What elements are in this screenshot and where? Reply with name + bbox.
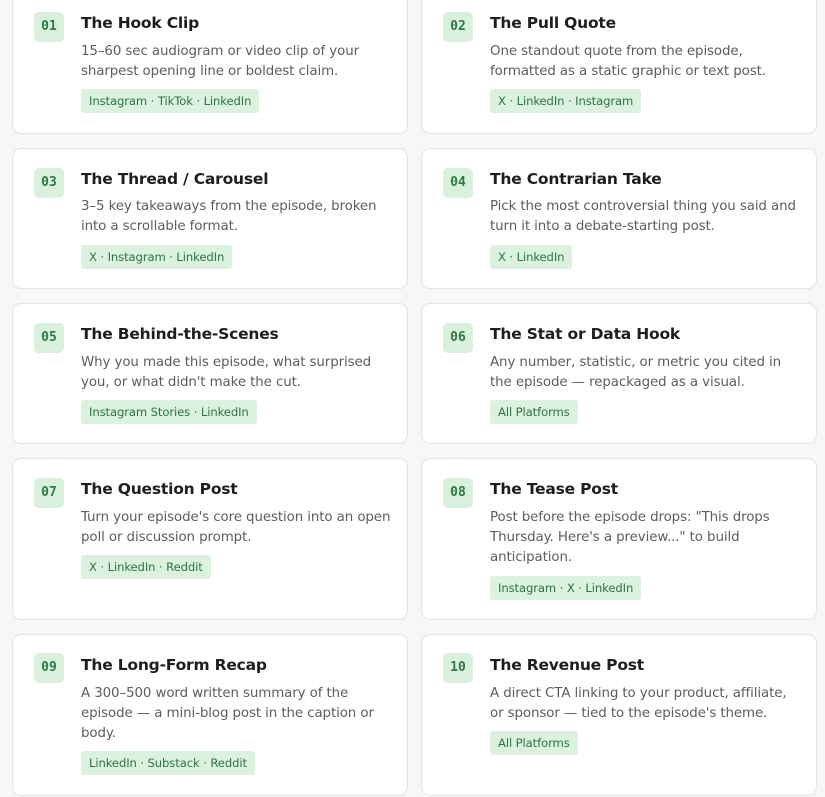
card-number-badge: 07: [34, 478, 64, 508]
card-number-badge: 10: [443, 653, 473, 683]
platform-tag: Instagram Stories · LinkedIn: [81, 400, 257, 424]
platform-tag: Instagram · X · LinkedIn: [490, 576, 642, 600]
card-number-badge: 02: [443, 12, 473, 42]
platform-tag: LinkedIn · Substack · Reddit: [81, 751, 255, 775]
card-description: A direct CTA linking to your product, af…: [490, 686, 787, 721]
card-title: The Pull Quote: [490, 14, 616, 32]
card-title: The Hook Clip: [81, 14, 199, 32]
card-description: Any number, statistic, or metric you cit…: [490, 355, 782, 390]
platform-tag: X · LinkedIn: [490, 245, 573, 269]
platform-tag: Instagram · TikTok · LinkedIn: [81, 89, 260, 113]
card-title: The Behind-the-Scenes: [81, 325, 279, 343]
card-title: The Long-Form Recap: [81, 656, 267, 674]
platform-tag: All Platforms: [490, 731, 578, 755]
card-number-badge: 05: [34, 323, 64, 353]
card-description: A 300–500 word written summary of the ep…: [81, 686, 374, 741]
content-card: 07 The Question Post Turn your episode's…: [12, 458, 408, 620]
content-card: 03 The Thread / Carousel 3–5 key takeawa…: [12, 148, 408, 289]
platform-tag: X · LinkedIn · Reddit: [81, 555, 211, 579]
content-card: 08 The Tease Post Post before the episod…: [421, 458, 817, 620]
card-description: Why you made this episode, what surprise…: [81, 355, 372, 390]
card-title: The Stat or Data Hook: [490, 325, 681, 343]
content-card: 05 The Behind-the-Scenes Why you made th…: [12, 303, 408, 444]
content-card: 06 The Stat or Data Hook Any number, sta…: [421, 303, 817, 444]
platform-tag: X · LinkedIn · Instagram: [490, 89, 642, 113]
content-ideas-grid: 01 The Hook Clip 15–60 sec audiogram or …: [0, 0, 825, 797]
card-description: Turn your episode's core question into a…: [81, 510, 391, 545]
platform-tag: X · Instagram · LinkedIn: [81, 245, 233, 269]
card-number-badge: 03: [34, 168, 64, 198]
card-number-badge: 09: [34, 653, 64, 683]
card-number-badge: 04: [443, 168, 473, 198]
card-number-badge: 08: [443, 478, 473, 508]
content-card: 04 The Contrarian Take Pick the most con…: [421, 148, 817, 289]
card-number-badge: 06: [443, 323, 473, 353]
card-description: Post before the episode drops: "This dro…: [490, 510, 770, 565]
card-title: The Question Post: [81, 480, 238, 498]
card-description: 3–5 key takeaways from the episode, brok…: [81, 199, 377, 234]
card-title: The Contrarian Take: [490, 170, 662, 188]
content-card: 10 The Revenue Post A direct CTA linking…: [421, 634, 817, 796]
platform-tag: All Platforms: [490, 400, 578, 424]
content-card: 02 The Pull Quote One standout quote fro…: [421, 0, 817, 134]
card-description: One standout quote from the episode, for…: [490, 44, 766, 79]
content-card: 09 The Long-Form Recap A 300–500 word wr…: [12, 634, 408, 796]
card-description: 15–60 sec audiogram or video clip of you…: [81, 44, 359, 79]
card-title: The Revenue Post: [490, 656, 645, 674]
card-description: Pick the most controversial thing you sa…: [490, 199, 796, 234]
card-number-badge: 01: [34, 12, 64, 42]
card-title: The Tease Post: [490, 480, 618, 498]
card-title: The Thread / Carousel: [81, 170, 269, 188]
content-card: 01 The Hook Clip 15–60 sec audiogram or …: [12, 0, 408, 134]
